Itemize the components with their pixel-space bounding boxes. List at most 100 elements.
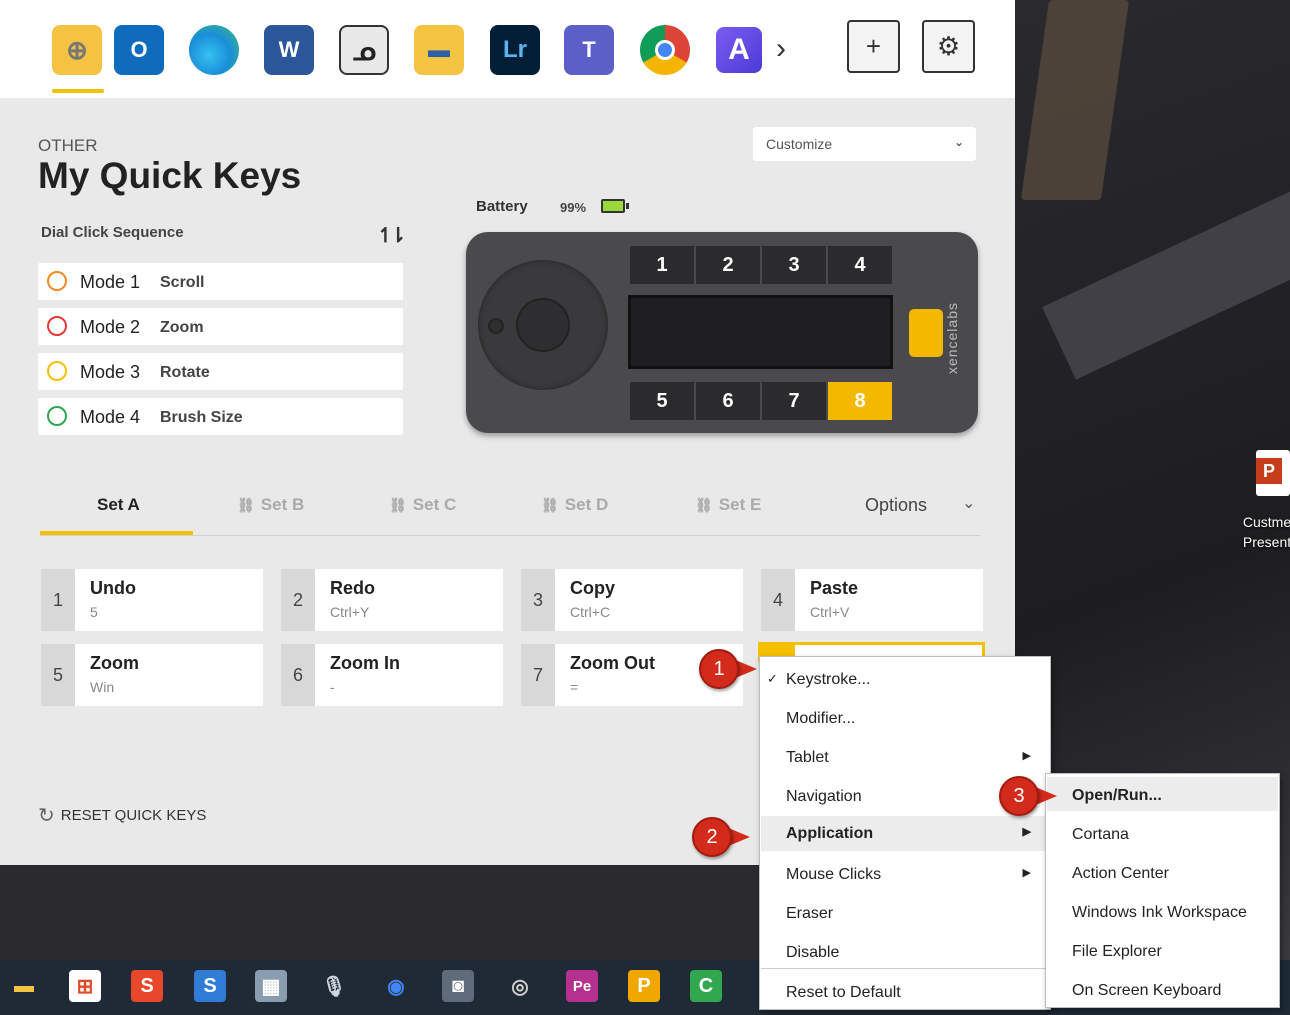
teams-icon[interactable]: T <box>564 25 614 75</box>
menu-item-label: Modifier... <box>786 710 856 727</box>
powerpoint-shortcut-label[interactable]: Custme Present <box>1232 512 1290 552</box>
reset-label: RESET QUICK KEYS <box>60 807 207 824</box>
menu-item-label: Keystroke... <box>786 671 871 688</box>
device-key-6[interactable]: 6 <box>696 382 760 420</box>
quick-key-shortcut: Ctrl+V <box>810 604 850 620</box>
quick-key-shortcut: Ctrl+C <box>570 604 611 620</box>
mode-value: Scroll <box>160 274 205 291</box>
submenu-item-windows-ink[interactable]: Windows Ink Workspace <box>1047 894 1278 927</box>
menu-item-keystroke[interactable]: ✓ Keystroke... <box>761 662 1049 695</box>
tab-label: Set C <box>412 495 457 514</box>
word-icon[interactable]: W <box>264 25 314 75</box>
menu-divider <box>761 968 1049 969</box>
app-toolbar: ⊕ O W ᓄ ▬ Lr T A › + ⚙ <box>0 0 1015 98</box>
tab-set-c[interactable]: ⛓ Set C <box>389 495 456 515</box>
clip-studio-icon[interactable]: ᓄ <box>339 25 389 75</box>
step-callout-3: 3 <box>999 776 1057 816</box>
sort-icon[interactable]: ↿⇂ <box>377 223 406 248</box>
chrome-icon[interactable] <box>640 25 690 75</box>
dial-button[interactable] <box>488 318 504 334</box>
mode-row-2[interactable]: Mode 2 Zoom <box>38 308 403 345</box>
camera-icon[interactable]: ◙ <box>442 970 474 1002</box>
calculator-icon[interactable]: ▦ <box>255 970 287 1002</box>
tab-set-d[interactable]: ⛓ Set D <box>541 495 608 515</box>
menu-item-eraser[interactable]: Eraser <box>761 896 1049 929</box>
device-key-1[interactable]: 1 <box>630 246 694 284</box>
camtasia-icon[interactable]: C <box>690 970 722 1002</box>
menu-item-application[interactable]: Application ▶ <box>761 816 1049 851</box>
file-explorer-icon[interactable]: ▬ <box>414 25 464 75</box>
submenu-item-on-screen-keyboard[interactable]: On Screen Keyboard <box>1047 972 1278 1005</box>
app-pe-icon[interactable]: Pe <box>566 970 598 1002</box>
menu-item-tablet[interactable]: Tablet ▶ <box>761 740 1049 773</box>
lightroom-icon[interactable]: Lr <box>490 25 540 75</box>
gear-icon[interactable]: ⚙ <box>922 20 975 73</box>
quick-key-name: Zoom In <box>330 653 400 673</box>
dial-knob[interactable] <box>516 298 570 352</box>
edge-icon[interactable] <box>189 25 239 75</box>
device-key-5[interactable]: 5 <box>630 382 694 420</box>
quick-key-name: Zoom Out <box>570 653 655 673</box>
powerpoint-shortcut-icon[interactable]: P <box>1256 450 1290 496</box>
reset-quick-keys-button[interactable]: ↻ RESET QUICK KEYS <box>38 803 206 828</box>
tab-set-a[interactable]: Set A <box>97 495 140 515</box>
shortcut-label-line: Present <box>1242 534 1290 550</box>
submenu-item-action-center[interactable]: Action Center <box>1047 855 1278 888</box>
tab-set-b[interactable]: ⛓ Set B <box>237 495 304 515</box>
device-key-4[interactable]: 4 <box>828 246 892 284</box>
set-tabs: Set A ⛓ Set B ⛓ Set C ⛓ Set D ⛓ Set E Option… <box>40 490 980 536</box>
chevron-right-icon[interactable]: › <box>776 32 786 66</box>
chrome-icon[interactable]: ◉ <box>380 970 412 1002</box>
app-s-blue-icon[interactable]: S <box>194 970 226 1002</box>
quick-key-1[interactable]: 1 Undo 5 <box>41 569 263 631</box>
submenu-item-open-run[interactable]: Open/Run... <box>1047 777 1278 811</box>
device-side-button[interactable] <box>909 309 943 357</box>
submenu-item-label: Windows Ink Workspace <box>1072 904 1247 921</box>
store-icon[interactable]: ⊞ <box>69 970 101 1002</box>
menu-item-reset-to-default[interactable]: Reset to Default <box>761 975 1049 1008</box>
chevron-down-icon[interactable]: ⌄ <box>962 493 975 513</box>
globe-icon[interactable]: ⊕ <box>52 25 102 75</box>
app-a-icon[interactable]: A <box>716 27 762 73</box>
device-key-3[interactable]: 3 <box>762 246 826 284</box>
app-p-icon[interactable]: P <box>628 970 660 1002</box>
device-key-2[interactable]: 2 <box>696 246 760 284</box>
submenu-item-cortana[interactable]: Cortana <box>1047 816 1278 849</box>
tab-set-e[interactable]: ⛓ Set E <box>695 495 761 515</box>
quick-key-name: Zoom <box>90 653 139 673</box>
quick-key-number: 2 <box>281 569 315 631</box>
context-menu: ✓ Keystroke... Modifier... Tablet ▶ Navi… <box>759 656 1051 1010</box>
options-dropdown[interactable]: Options <box>865 495 927 516</box>
mode-row-3[interactable]: Mode 3 Rotate <box>38 353 403 390</box>
submenu-item-file-explorer[interactable]: File Explorer <box>1047 933 1278 966</box>
device-key-8[interactable]: 8 <box>828 382 892 420</box>
check-icon: ✓ <box>767 671 778 686</box>
menu-item-modifier[interactable]: Modifier... <box>761 701 1049 734</box>
customize-dropdown[interactable]: Customize ⌄ <box>753 127 976 161</box>
outlook-icon[interactable]: O <box>114 25 164 75</box>
app-s-red-icon[interactable]: S <box>131 970 163 1002</box>
quick-key-name: Redo <box>330 578 375 598</box>
quick-key-6[interactable]: 6 Zoom In - <box>281 644 503 706</box>
app-swirl-icon[interactable]: ◎ <box>504 970 536 1002</box>
quick-key-5[interactable]: 5 Zoom Win <box>41 644 263 706</box>
device-screen <box>628 295 893 369</box>
menu-item-label: Eraser <box>786 905 834 922</box>
menu-item-label: Mouse Clicks <box>786 866 882 883</box>
active-app-underline <box>52 89 104 93</box>
mode-label: Mode 4 <box>80 407 141 427</box>
device-key-7[interactable]: 7 <box>762 382 826 420</box>
microphone-icon[interactable]: 🎙 <box>318 970 350 1002</box>
file-explorer-icon[interactable]: ▬ <box>8 970 40 1002</box>
quick-key-2[interactable]: 2 Redo Ctrl+Y <box>281 569 503 631</box>
tab-label: Set E <box>718 495 762 514</box>
mode-row-4[interactable]: Mode 4 Brush Size <box>38 398 403 435</box>
quick-key-4[interactable]: 4 Paste Ctrl+V <box>761 569 983 631</box>
quick-key-3[interactable]: 3 Copy Ctrl+C <box>521 569 743 631</box>
menu-item-disable[interactable]: Disable <box>761 935 1049 968</box>
dial-ring[interactable] <box>478 260 608 390</box>
menu-item-mouse-clicks[interactable]: Mouse Clicks ▶ <box>761 857 1049 890</box>
mode-row-1[interactable]: Mode 1 Scroll <box>38 263 403 300</box>
page-title: My Quick Keys <box>38 155 302 196</box>
add-app-button[interactable]: + <box>847 20 900 73</box>
